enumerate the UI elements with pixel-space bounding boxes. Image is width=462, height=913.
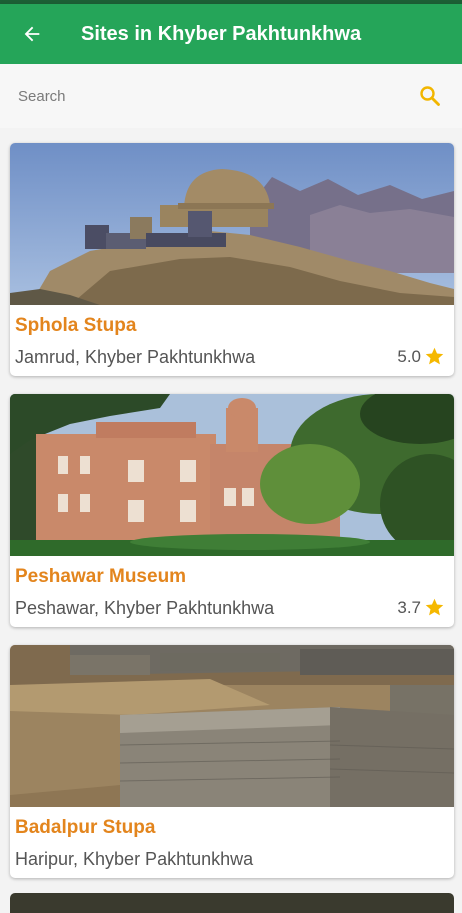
arrow-back-icon bbox=[24, 26, 40, 42]
site-title: Sphola Stupa bbox=[15, 315, 137, 336]
site-title: Badalpur Stupa bbox=[15, 817, 156, 838]
site-card-badalpur-stupa[interactable]: Badalpur Stupa Haripur, Khyber Pakhtunkh… bbox=[10, 645, 454, 878]
site-location: Jamrud, Khyber Pakhtunkhwa bbox=[15, 347, 256, 367]
site-title: Peshawar Museum bbox=[15, 566, 187, 587]
site-rating: 3.7 bbox=[397, 597, 445, 618]
search-icon[interactable] bbox=[418, 84, 442, 108]
site-location: Haripur, Khyber Pakhtunkhwa bbox=[15, 849, 254, 869]
site-card-peshawar-museum[interactable]: Peshawar Museum Peshawar, Khyber Pakhtun… bbox=[10, 394, 454, 627]
next-site-card[interactable] bbox=[10, 893, 454, 913]
site-card-sphola-stupa[interactable]: Sphola Stupa Jamrud, Khyber Pakhtunkhwa … bbox=[10, 143, 454, 376]
site-photo bbox=[10, 143, 454, 305]
star-icon bbox=[425, 347, 444, 365]
search-input[interactable] bbox=[18, 87, 398, 105]
site-photo bbox=[10, 645, 454, 807]
page-title: Sites in Khyber Pakhtunkhwa bbox=[81, 22, 362, 45]
rating-value: 5.0 bbox=[397, 346, 421, 366]
back-button[interactable] bbox=[0, 4, 64, 64]
app-bar: Sites in Khyber Pakhtunkhwa bbox=[0, 4, 462, 64]
site-photo bbox=[10, 394, 454, 556]
star-icon bbox=[425, 598, 444, 616]
site-rating: 5.0 bbox=[397, 346, 445, 367]
rating-value: 3.7 bbox=[397, 597, 421, 617]
search-bar bbox=[0, 64, 462, 128]
site-location: Peshawar, Khyber Pakhtunkhwa bbox=[15, 598, 275, 618]
